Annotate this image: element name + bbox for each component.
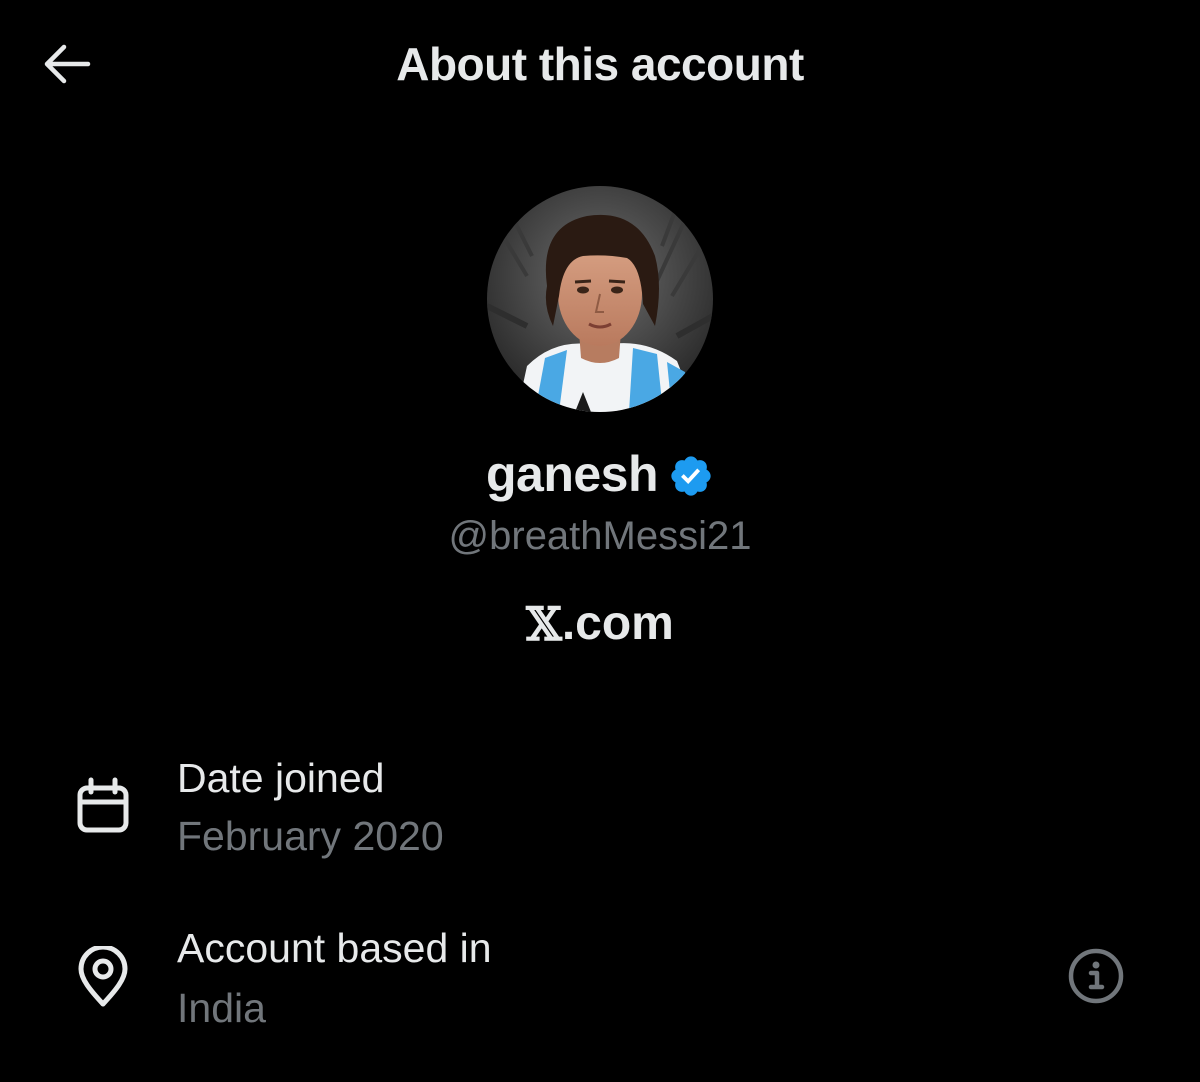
top-app-bar: About this account bbox=[0, 0, 1200, 126]
location-pin-icon bbox=[70, 944, 136, 1010]
page-title: About this account bbox=[396, 38, 804, 90]
display-name-row: ganesh bbox=[0, 444, 1200, 504]
account-location-row: Account based in India bbox=[0, 918, 1200, 1048]
connected-site: 𝕏 .com bbox=[0, 594, 1200, 654]
info-circle-icon bbox=[1068, 948, 1124, 1004]
location-info-button[interactable] bbox=[1064, 944, 1128, 1008]
account-location-value: India bbox=[177, 985, 266, 1031]
user-handle: @breathMessi21 bbox=[448, 514, 752, 558]
x-logo-icon: 𝕏 bbox=[526, 597, 562, 651]
display-name: ganesh bbox=[485, 446, 659, 502]
verified-badge-icon[interactable] bbox=[668, 453, 714, 499]
site-domain: .com bbox=[561, 597, 674, 650]
account-location-label: Account based in bbox=[177, 925, 492, 971]
avatar[interactable] bbox=[487, 186, 713, 412]
calendar-icon bbox=[70, 772, 136, 838]
date-joined-label: Date joined bbox=[177, 755, 385, 801]
profile-photo bbox=[487, 186, 713, 412]
date-joined-value: February 2020 bbox=[177, 813, 444, 859]
date-joined-row: Date joined February 2020 bbox=[0, 742, 1200, 872]
